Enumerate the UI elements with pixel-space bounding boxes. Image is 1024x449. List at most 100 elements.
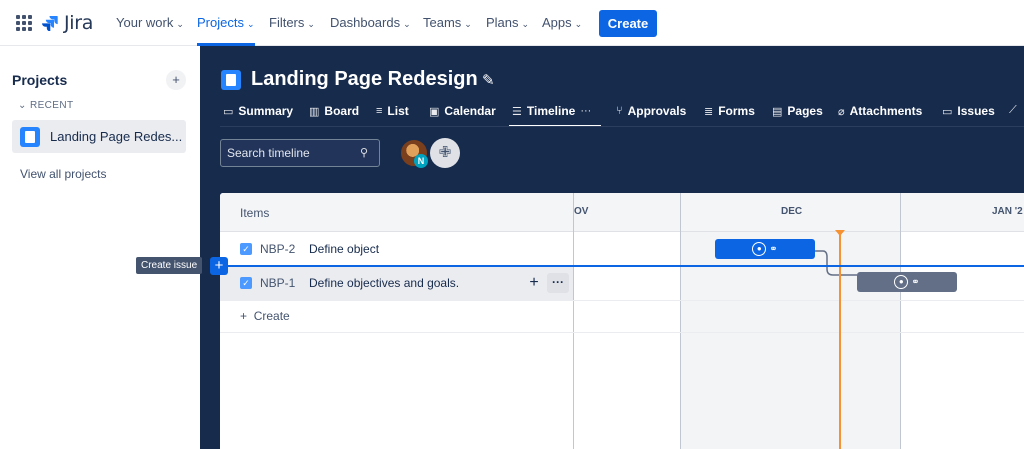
nav-teams-label: Teams: [423, 15, 462, 30]
items-column-header: Items: [240, 206, 270, 220]
avatar-badge: N: [414, 154, 428, 168]
assignee-icon: ●: [894, 275, 909, 289]
list-icon: ≡: [376, 105, 383, 117]
timeline-icon: ☰: [512, 105, 522, 118]
add-project-button[interactable]: +: [166, 70, 186, 90]
forms-icon: ≣: [704, 105, 714, 118]
tab-label: Forms: [718, 104, 755, 118]
row-divider: [220, 332, 1024, 333]
column-divider: [900, 193, 901, 449]
issues-icon: ▭: [942, 105, 953, 118]
chevron-down-icon: ⌄: [18, 100, 30, 111]
nav-your-work[interactable]: Your work ⌄: [116, 15, 184, 30]
theme-paint-icon[interactable]: ✎: [482, 71, 495, 89]
tab-label: Calendar: [444, 104, 496, 118]
chevron-down-icon: ⌄: [464, 19, 472, 29]
tab-summary[interactable]: ▭ Summary: [223, 104, 293, 118]
view-all-projects-link[interactable]: View all projects: [20, 167, 106, 181]
project-icon: [20, 126, 40, 147]
tab-calendar[interactable]: ▣ Calendar: [429, 104, 496, 118]
project-avatar-icon: [221, 70, 241, 90]
table-row[interactable]: ✓ NBP-1 Define objectives and goals. + ·…: [220, 267, 573, 300]
tab-pages[interactable]: ▤ Pages: [772, 104, 823, 118]
pages-icon: ▤: [772, 105, 783, 118]
tab-label: Attachments: [849, 104, 923, 118]
sidebar-item-project[interactable]: Landing Page Redes...: [12, 120, 186, 153]
app-switcher-icon[interactable]: [16, 15, 32, 31]
issue-summary[interactable]: Define object: [309, 242, 379, 256]
timeline-grid: Items OV DEC JAN '2 ✓ NBP-2 Define objec…: [220, 193, 1024, 449]
nav-filters-label: Filters: [269, 15, 305, 30]
more-icon[interactable]: ···: [580, 105, 591, 117]
add-people-button[interactable]: ✙: [430, 138, 460, 168]
nav-your-work-label: Your work: [116, 15, 174, 30]
recent-section[interactable]: ⌄ RECENT: [18, 100, 73, 111]
nav-dashboards[interactable]: Dashboards ⌄: [330, 15, 411, 30]
tab-reports[interactable]: ⟋: [1009, 104, 1017, 117]
search-input[interactable]: [220, 139, 380, 167]
tab-label: Pages: [787, 104, 823, 118]
create-label: Create: [253, 309, 290, 323]
month-label: JAN '2: [992, 206, 1023, 217]
tab-label: Board: [324, 104, 360, 118]
chevron-down-icon: ⌄: [307, 19, 315, 29]
column-divider: [680, 193, 681, 449]
board-icon: ▥: [309, 105, 320, 118]
issue-key[interactable]: NBP-2: [260, 242, 295, 256]
calendar-icon: ▣: [429, 105, 440, 118]
tab-forms[interactable]: ≣ Forms: [704, 104, 755, 118]
tab-list[interactable]: ≡ List: [376, 104, 409, 118]
plus-icon: +: [240, 309, 254, 323]
tab-approvals[interactable]: ⑂ Approvals: [616, 104, 686, 118]
chevron-down-icon: ⌄: [246, 19, 255, 29]
table-row[interactable]: ✓ NBP-2 Define object: [220, 233, 1024, 266]
month-label: OV: [574, 206, 589, 217]
nav-filters[interactable]: Filters ⌄: [269, 15, 315, 30]
more-actions-button[interactable]: ···: [547, 273, 569, 293]
link-icon: ⚭: [769, 243, 778, 255]
jira-logo[interactable]: Jira: [42, 12, 93, 34]
tab-label: Summary: [238, 104, 294, 118]
nav-plans[interactable]: Plans ⌄: [486, 15, 529, 30]
summary-icon: ▭: [223, 105, 234, 118]
timeline-bar-nbp-1[interactable]: ● ⚭: [857, 272, 957, 292]
chevron-down-icon: ⌄: [176, 19, 184, 29]
create-button[interactable]: Create: [599, 10, 657, 37]
tab-board[interactable]: ▥ Board: [309, 104, 359, 118]
nav-projects-label: Projects: [197, 15, 244, 30]
create-issue-tooltip: Create issue: [136, 257, 203, 274]
create-issue-insert-line: [228, 265, 1024, 267]
nav-teams[interactable]: Teams ⌄: [423, 15, 472, 30]
nav-apps-label: Apps: [542, 15, 572, 30]
issue-type-checkbox-icon: ✓: [240, 277, 252, 289]
page-title: Landing Page Redesign: [251, 68, 478, 90]
issue-key[interactable]: NBP-1: [260, 276, 295, 290]
link-icon: ⚭: [911, 276, 920, 288]
jira-logo-text: Jira: [64, 12, 94, 34]
sidebar: Projects + ⌄ RECENT Landing Page Redes..…: [0, 46, 200, 449]
nav-dashboards-label: Dashboards: [330, 15, 401, 30]
tab-label: List: [387, 104, 409, 118]
dependency-line: [815, 250, 857, 276]
create-item-button[interactable]: + Create: [240, 309, 290, 323]
nav-apps[interactable]: Apps ⌄: [542, 15, 582, 30]
issue-summary[interactable]: Define objectives and goals.: [309, 276, 459, 290]
assignee-icon: ●: [752, 242, 767, 256]
column-divider: [573, 193, 574, 449]
nav-projects[interactable]: Projects ⌄: [197, 15, 255, 30]
timeline-header: Items OV DEC JAN '2: [220, 193, 1024, 232]
tab-issues[interactable]: ▭ Issues: [942, 104, 995, 118]
recent-label: RECENT: [29, 100, 74, 111]
timeline-bar-nbp-2[interactable]: ● ⚭: [715, 239, 815, 259]
tab-timeline[interactable]: ☰ Timeline ···: [512, 104, 591, 118]
tab-attachments[interactable]: ⌀ Attachments: [838, 104, 922, 118]
jira-logo-icon: [42, 16, 58, 31]
search-icon[interactable]: ⚲: [360, 146, 368, 159]
sidebar-title: Projects: [12, 72, 68, 88]
top-navigation: Jira Your work ⌄ Projects ⌄ Filters ⌄ Dashb…: [0, 0, 1024, 46]
approvals-icon: ⑂: [616, 105, 623, 117]
tab-label: Approvals: [627, 104, 687, 118]
create-issue-inline-button[interactable]: +: [210, 257, 228, 275]
add-child-button[interactable]: +: [525, 273, 543, 293]
nav-plans-label: Plans: [486, 15, 519, 30]
